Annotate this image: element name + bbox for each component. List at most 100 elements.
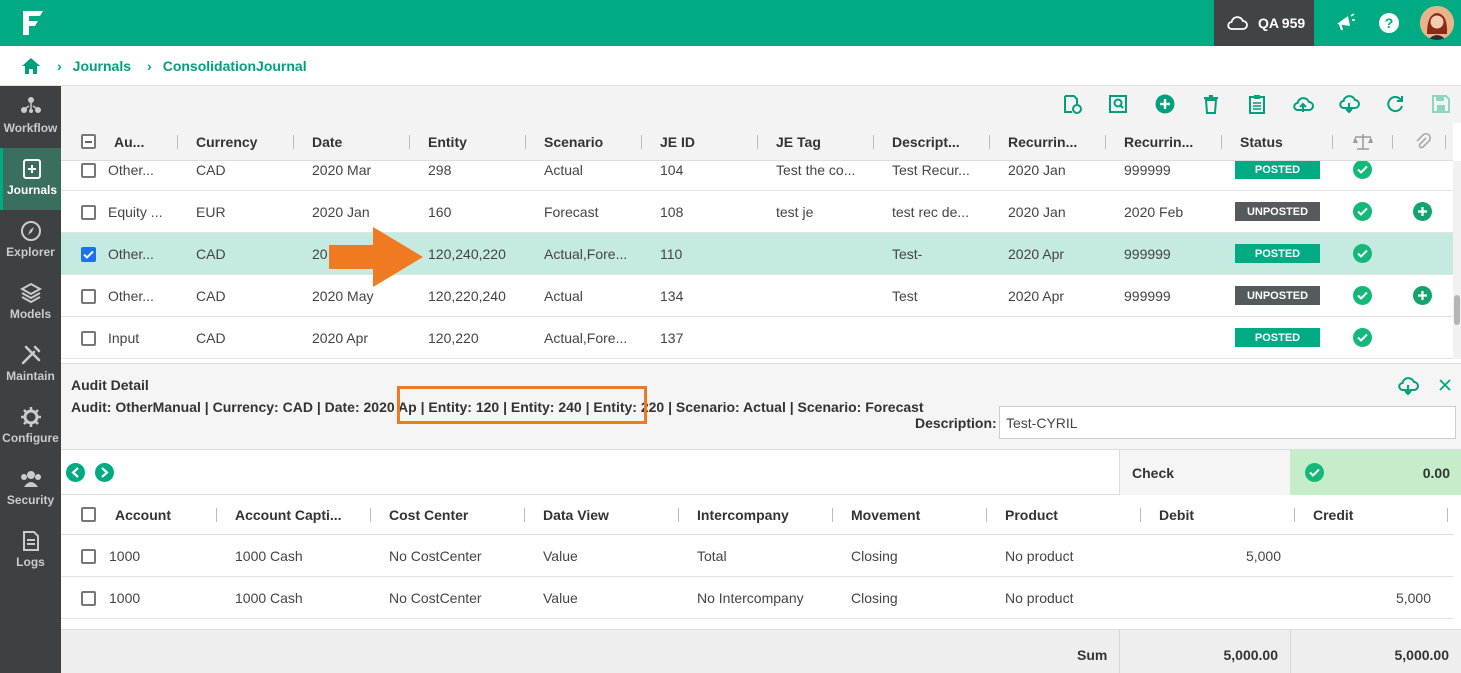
table-row[interactable]: Other... CAD 2020 May 120,220,240 Actual… xyxy=(61,275,1453,317)
column-header-je-id[interactable]: JE ID xyxy=(660,134,695,150)
column-header-date[interactable]: Date xyxy=(312,134,342,150)
column-header-account[interactable]: Account xyxy=(115,507,171,523)
row-checkbox[interactable] xyxy=(81,205,96,220)
column-divider[interactable] xyxy=(293,135,294,149)
add-row-button[interactable] xyxy=(1413,202,1432,221)
search-journal-button[interactable] xyxy=(1107,93,1129,115)
column-divider[interactable] xyxy=(986,508,987,522)
scrollbar-thumb[interactable] xyxy=(1454,295,1460,325)
select-all-detail-checkbox[interactable] xyxy=(81,507,96,522)
sidebar-item-journals[interactable]: Journals xyxy=(0,148,61,210)
close-icon[interactable] xyxy=(1439,379,1451,391)
column-header-audit[interactable]: Au... xyxy=(114,134,144,150)
column-header-credit[interactable]: Credit xyxy=(1313,507,1353,523)
row-checkbox[interactable] xyxy=(81,331,96,346)
column-divider[interactable] xyxy=(1392,135,1393,149)
cell-entity: 298 xyxy=(428,162,452,178)
help-button[interactable]: ? xyxy=(1376,10,1402,36)
column-header-entity[interactable]: Entity xyxy=(428,134,467,150)
previous-button[interactable] xyxy=(66,463,85,482)
row-checkbox[interactable] xyxy=(81,591,96,606)
table-row[interactable]: Other... CAD 2020 Mar 298 Actual 104 Tes… xyxy=(61,161,1453,191)
column-divider[interactable] xyxy=(409,135,410,149)
column-divider[interactable] xyxy=(989,135,990,149)
column-header-scenario[interactable]: Scenario xyxy=(544,134,603,150)
column-divider[interactable] xyxy=(678,508,679,522)
column-header-movement[interactable]: Movement xyxy=(851,507,920,523)
column-header-recurring-1[interactable]: Recurrin... xyxy=(1008,134,1077,150)
table-row[interactable]: 1000 1000 Cash No CostCenter Value Total… xyxy=(61,535,1453,577)
cell-account-caption: 1000 Cash xyxy=(235,548,303,564)
column-header-status[interactable]: Status xyxy=(1240,134,1283,150)
clipboard-button[interactable] xyxy=(1246,93,1268,115)
breadcrumb-journals[interactable]: Journals xyxy=(73,58,131,74)
row-checkbox[interactable] xyxy=(81,549,96,564)
column-divider[interactable] xyxy=(1221,135,1222,149)
environment-selector[interactable]: QA 959 xyxy=(1214,0,1314,46)
row-checkbox-checked[interactable] xyxy=(81,247,96,262)
add-row-button[interactable] xyxy=(1413,286,1432,305)
save-button[interactable] xyxy=(1430,93,1452,115)
column-header-data-view[interactable]: Data View xyxy=(543,507,609,523)
column-header-cost-center[interactable]: Cost Center xyxy=(389,507,468,523)
column-divider[interactable] xyxy=(525,135,526,149)
cell-entity: 120,240,220 xyxy=(428,246,506,262)
cloud-download-icon[interactable] xyxy=(1397,376,1419,396)
sidebar-item-explorer[interactable]: Explorer xyxy=(0,210,61,272)
table-row[interactable]: Equity ... EUR 2020 Jan 160 Forecast 108… xyxy=(61,191,1453,233)
balance-scale-icon[interactable] xyxy=(1353,133,1373,151)
column-divider[interactable] xyxy=(370,508,371,522)
delete-button[interactable] xyxy=(1200,93,1222,115)
column-divider[interactable] xyxy=(1140,508,1141,522)
column-divider[interactable] xyxy=(1445,135,1446,149)
journal-grid-scrollbar[interactable] xyxy=(1453,161,1461,359)
upload-button[interactable] xyxy=(1292,93,1314,115)
table-row-selected[interactable]: Other... CAD 20 120,240,220 Actual,Fore.… xyxy=(61,233,1453,275)
select-all-checkbox[interactable] xyxy=(81,134,96,149)
new-journal-button[interactable] xyxy=(1061,93,1083,115)
sidebar-item-workflow[interactable]: Workflow xyxy=(0,86,61,148)
sidebar-item-configure[interactable]: Configure xyxy=(0,396,61,458)
column-header-product[interactable]: Product xyxy=(1005,507,1058,523)
column-divider[interactable] xyxy=(873,135,874,149)
sidebar-item-logs[interactable]: Logs xyxy=(0,520,61,582)
add-button[interactable] xyxy=(1154,93,1176,115)
cell-description: test rec de... xyxy=(892,204,970,220)
column-header-intercompany[interactable]: Intercompany xyxy=(697,507,789,523)
sidebar-item-security[interactable]: Security xyxy=(0,458,61,520)
column-divider[interactable] xyxy=(1294,508,1295,522)
column-divider[interactable] xyxy=(1105,135,1106,149)
cell-recurring-1: 2020 Jan xyxy=(1008,204,1066,220)
column-divider[interactable] xyxy=(832,508,833,522)
column-header-currency[interactable]: Currency xyxy=(196,134,257,150)
app-logo-icon[interactable] xyxy=(20,9,46,37)
column-header-je-tag[interactable]: JE Tag xyxy=(776,134,821,150)
row-checkbox[interactable] xyxy=(81,289,96,304)
table-row[interactable]: 1000 1000 Cash No CostCenter Value No In… xyxy=(61,577,1453,619)
download-button[interactable] xyxy=(1338,93,1360,115)
cell-cost-center: No CostCenter xyxy=(389,548,482,564)
paperclip-icon[interactable] xyxy=(1415,133,1431,151)
home-icon[interactable] xyxy=(21,57,41,75)
column-divider[interactable] xyxy=(641,135,642,149)
column-divider[interactable] xyxy=(1447,508,1448,522)
table-row[interactable]: Input CAD 2020 Apr 120,220 Actual,Fore..… xyxy=(61,317,1453,359)
breadcrumb-consolidation-journal[interactable]: ConsolidationJournal xyxy=(163,58,307,74)
column-header-description[interactable]: Descript... xyxy=(892,134,960,150)
column-divider[interactable] xyxy=(216,508,217,522)
column-divider[interactable] xyxy=(1332,135,1333,149)
column-divider[interactable] xyxy=(757,135,758,149)
user-avatar[interactable] xyxy=(1420,6,1454,40)
refresh-button[interactable] xyxy=(1384,93,1406,115)
column-header-debit[interactable]: Debit xyxy=(1159,507,1194,523)
next-button[interactable] xyxy=(95,463,114,482)
column-header-account-caption[interactable]: Account Capti... xyxy=(235,507,342,523)
sidebar-item-models[interactable]: Models xyxy=(0,272,61,334)
description-field[interactable]: Test-CYRIL xyxy=(999,406,1456,439)
column-header-recurring-2[interactable]: Recurrin... xyxy=(1124,134,1193,150)
column-divider[interactable] xyxy=(177,135,178,149)
column-divider[interactable] xyxy=(524,508,525,522)
announcement-button[interactable] xyxy=(1332,10,1358,36)
row-checkbox[interactable] xyxy=(81,163,96,178)
sidebar-item-maintain[interactable]: Maintain xyxy=(0,334,61,396)
